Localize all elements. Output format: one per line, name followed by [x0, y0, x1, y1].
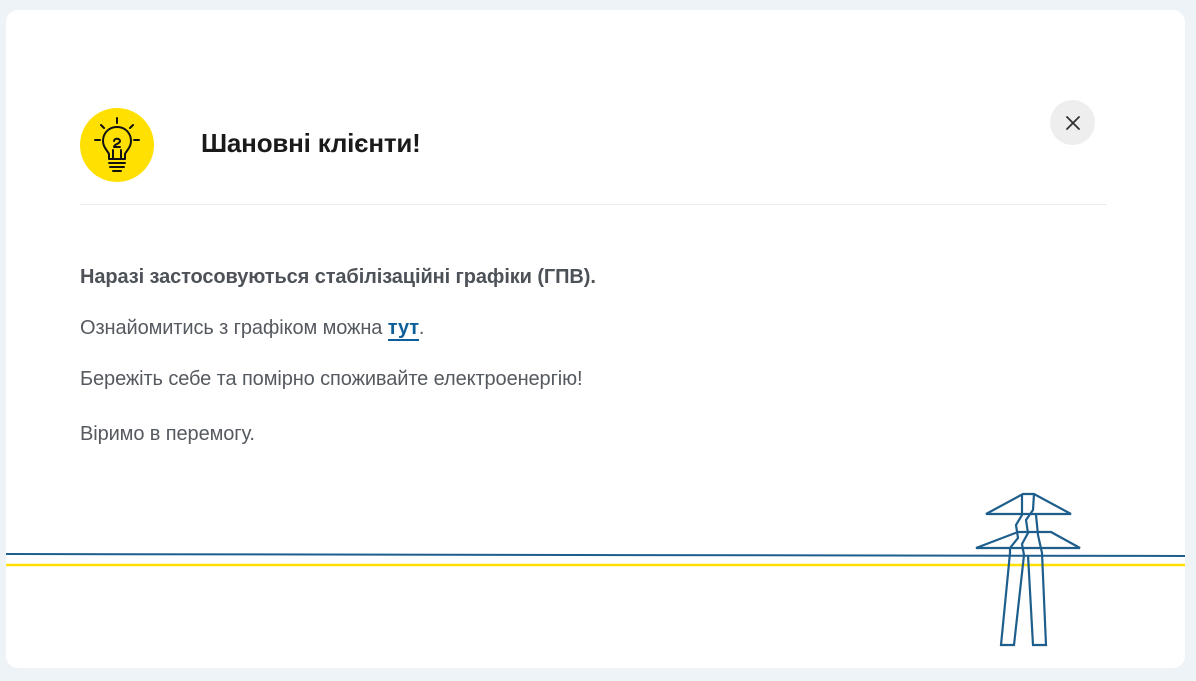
notice-modal: Шановні клієнти! Наразі застосовуються с… [6, 10, 1185, 668]
power-line-tower-icon [6, 492, 1185, 647]
